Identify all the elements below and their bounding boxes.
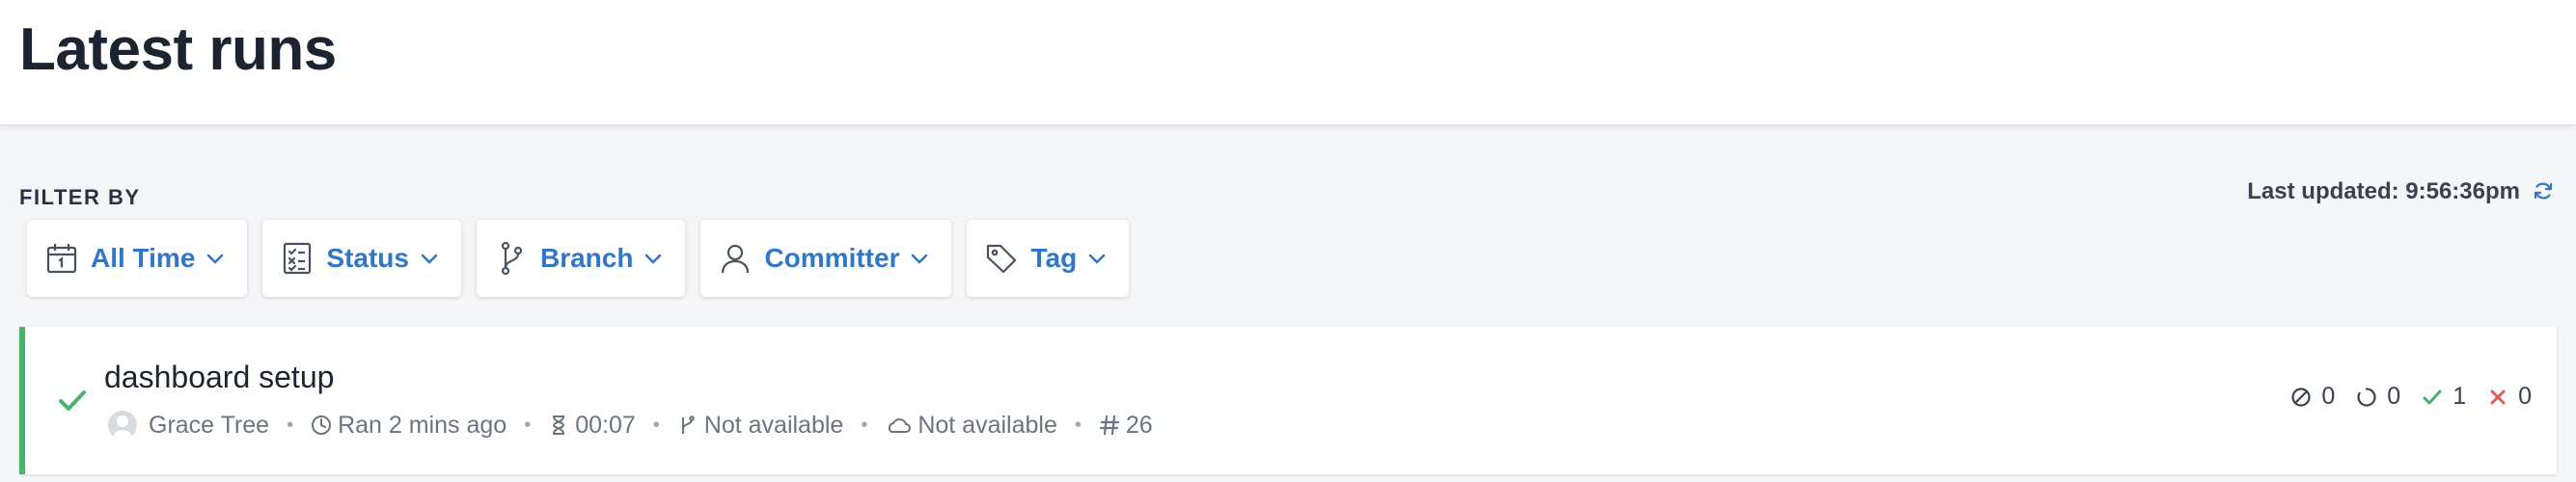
meta-separator: • (524, 414, 532, 436)
skipped-count-value: 0 (2321, 383, 2336, 410)
pending-icon (2356, 387, 2377, 408)
filter-branch-label: Branch (539, 243, 634, 273)
failed-count-value: 0 (2518, 383, 2532, 410)
run-title[interactable]: dashboard setup (104, 358, 334, 396)
calendar-icon (44, 241, 79, 276)
page-title: Latest runs (19, 16, 337, 83)
skipped-count: 0 (2290, 383, 2335, 411)
chevron-down-icon (912, 254, 928, 264)
user-icon (718, 241, 753, 276)
passed-icon (2422, 387, 2443, 408)
chevron-down-icon (645, 254, 662, 264)
passed-count: 1 (2422, 383, 2466, 411)
checklist-icon (280, 241, 315, 276)
filter-status-button[interactable]: Status (262, 220, 461, 297)
meta-separator: • (861, 414, 868, 436)
run-committer: Grace Tree (108, 411, 269, 440)
refresh-icon[interactable] (2532, 179, 2555, 202)
branch-icon (494, 241, 529, 276)
branch-text: Not available (703, 411, 844, 439)
filter-branch-button[interactable]: Branch (476, 220, 686, 297)
filter-all-time-button[interactable]: All Time (27, 220, 248, 297)
skipped-icon (2290, 387, 2312, 408)
meta-separator: • (652, 414, 660, 436)
last-updated-text: Last updated: 9:56:36pm (2247, 178, 2520, 204)
meta-separator: • (287, 414, 294, 436)
run-branch: Not available (677, 411, 844, 440)
filter-all-time-label: All Time (91, 243, 196, 273)
pending-count: 0 (2356, 383, 2400, 411)
chevron-down-icon (1088, 254, 1106, 264)
run-number-text: 26 (1125, 411, 1153, 439)
run-meta: Grace Tree • Ran 2 mins ago • 00:07 • No… (108, 410, 1153, 441)
run-environment: Not available (885, 412, 1057, 440)
pending-count-value: 0 (2387, 383, 2401, 410)
chevron-down-icon (207, 254, 224, 264)
tag-icon (984, 241, 1019, 276)
avatar (108, 411, 137, 440)
filter-tag-button[interactable]: Tag (967, 220, 1130, 297)
hash-icon (1099, 415, 1120, 436)
failed-icon (2487, 387, 2508, 408)
run-time: Ran 2 mins ago (311, 412, 507, 440)
clock-icon (311, 415, 332, 436)
filter-tag-label: Tag (1030, 243, 1078, 273)
cloud-icon (885, 415, 912, 436)
run-duration: 00:07 (548, 412, 636, 440)
run-row[interactable]: dashboard setup Grace Tree • Ran 2 mins … (19, 327, 2557, 474)
failed-count: 0 (2487, 383, 2532, 411)
run-number: 26 (1099, 412, 1153, 440)
run-counts: 0 0 1 0 (2269, 383, 2532, 411)
branch-icon (677, 415, 699, 436)
chevron-down-icon (421, 254, 438, 264)
filter-by-label: FILTER BY (19, 185, 141, 209)
passed-count-value: 1 (2453, 383, 2467, 410)
ran-text: Ran 2 mins ago (338, 411, 507, 439)
passed-check-icon (59, 390, 86, 411)
filter-committer-button[interactable]: Committer (700, 220, 952, 297)
committer-name: Grace Tree (149, 411, 270, 439)
hourglass-icon (548, 415, 569, 436)
filter-status-label: Status (326, 243, 409, 273)
filter-committer-label: Committer (764, 243, 900, 273)
environment-text: Not available (918, 411, 1057, 439)
page-header: Latest runs (0, 0, 2576, 126)
meta-separator: • (1074, 414, 1082, 436)
duration-text: 00:07 (575, 411, 636, 439)
filter-bar: All Time Status Branch Committer Tag (27, 220, 1130, 297)
